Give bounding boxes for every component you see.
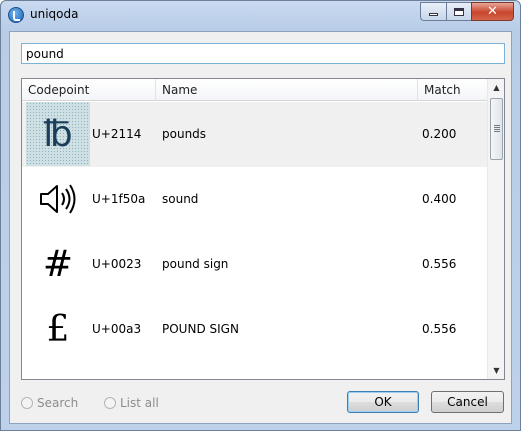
column-header-name[interactable]: Name: [156, 79, 417, 101]
list-item[interactable]: U+1f50a sound 0.400: [22, 167, 487, 232]
codepoint-cell: U+00a3: [92, 322, 142, 336]
speaker-icon: [26, 167, 90, 231]
close-icon: ✕: [487, 4, 498, 19]
match-cell: 0.200: [422, 127, 457, 141]
grip-line: [494, 127, 500, 128]
column-header-match[interactable]: Match: [418, 79, 487, 101]
speaker-glyph: [40, 184, 76, 214]
minimize-icon: [429, 13, 438, 16]
search-mode-label: Search: [37, 396, 79, 410]
app-logo-icon: [8, 7, 24, 23]
window-title: uniqoda: [30, 7, 79, 21]
codepoint-cell: U+0023: [92, 257, 142, 271]
grip-line: [494, 129, 500, 130]
maximize-icon: [454, 7, 464, 16]
codepoint-cell: U+2114: [92, 127, 142, 141]
search-mode-radio[interactable]: Search: [21, 395, 78, 411]
character-glyph: #: [42, 243, 74, 285]
name-cell: pound sign: [162, 257, 229, 271]
codepoint-cell: U+1f50a: [92, 192, 146, 206]
minimize-button[interactable]: [420, 2, 446, 21]
search-input[interactable]: [21, 43, 505, 64]
character-glyph: ℔: [26, 102, 90, 166]
column-header-codepoint[interactable]: Codepoint: [22, 79, 155, 101]
name-cell: POUND SIGN: [162, 322, 239, 336]
close-button[interactable]: ✕: [471, 2, 514, 21]
list-header: Codepoint Name Match: [22, 79, 487, 101]
list-all-mode-radio[interactable]: List all: [104, 395, 159, 411]
dialog-body: Codepoint Name Match ℔ U+2114 pounds 0.2…: [9, 31, 512, 424]
radio-circle-icon: [21, 397, 33, 409]
grip-line: [494, 131, 500, 132]
title-bar[interactable]: uniqoda ✕: [1, 1, 520, 29]
grip-line: [494, 125, 500, 126]
match-cell: 0.556: [422, 257, 457, 271]
results-list[interactable]: Codepoint Name Match ℔ U+2114 pounds 0.2…: [21, 78, 505, 380]
name-cell: sound: [162, 192, 199, 206]
maximize-button[interactable]: [446, 2, 471, 21]
app-window: uniqoda ✕ Codepoint Name Match ℔: [0, 0, 521, 431]
name-cell: pounds: [162, 127, 207, 141]
radio-circle-icon: [104, 397, 116, 409]
scroll-down-arrow-icon[interactable]: ▼: [488, 362, 504, 379]
ok-button[interactable]: OK: [347, 391, 419, 413]
list-all-mode-label: List all: [120, 396, 159, 410]
character-glyph: £: [46, 308, 70, 350]
list-item[interactable]: £ U+00a3 POUND SIGN 0.556: [22, 297, 487, 362]
match-cell: 0.556: [422, 322, 457, 336]
match-cell: 0.400: [422, 192, 457, 206]
cancel-button[interactable]: Cancel: [431, 391, 504, 413]
scroll-up-arrow-icon[interactable]: ▲: [488, 79, 504, 96]
list-item[interactable]: ℔ U+2114 pounds 0.200: [22, 102, 487, 167]
scrollbar-thumb[interactable]: [490, 98, 503, 160]
caption-buttons: ✕: [420, 2, 514, 21]
list-item[interactable]: # U+0023 pound sign 0.556: [22, 232, 487, 297]
vertical-scrollbar[interactable]: ▲ ▼: [487, 79, 504, 379]
